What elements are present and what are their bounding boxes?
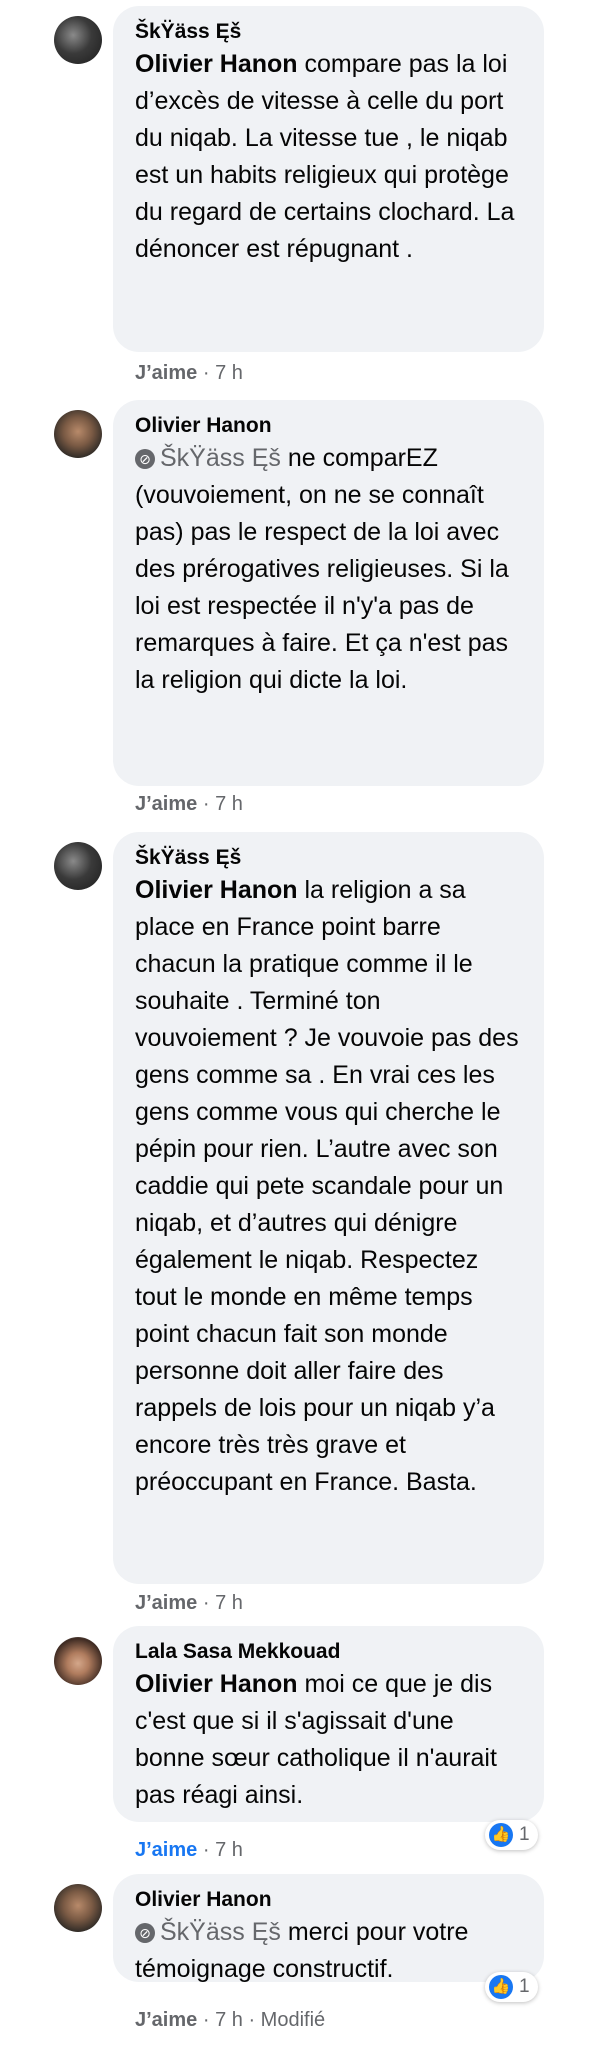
avatar[interactable] — [54, 410, 102, 458]
separator: · — [202, 2009, 210, 2031]
edited-label[interactable]: Modifié — [261, 2009, 325, 2031]
reaction-badge[interactable]: 👍 1 — [485, 1972, 538, 2002]
comment-body: la religion a sa place en France point b… — [135, 876, 519, 1496]
comment-bubble: ŠkŸäss Ęš Olivier Hanon compare pas la l… — [113, 6, 544, 352]
avatar[interactable] — [54, 16, 102, 64]
separator: · — [202, 1839, 210, 1861]
avatar[interactable] — [54, 1637, 102, 1685]
like-button[interactable]: J’aime — [135, 2009, 197, 2031]
comment-bubble: ŠkŸäss Ęš Olivier Hanon la religion a sa… — [113, 832, 544, 1584]
mention-link[interactable]: ŠkŸäss Ęš — [160, 444, 281, 472]
timestamp[interactable]: 7 h — [215, 793, 243, 815]
comment-actions: J’aime · 7 h — [135, 792, 243, 816]
comment-bubble: Olivier Hanon ⊘ ŠkŸäss Ęš merci pour votr… — [113, 1874, 544, 1983]
comment-text: ⊘ ŠkŸäss Ęš merci pour votre témoignage c… — [135, 1914, 522, 1988]
avatar[interactable] — [54, 1884, 102, 1932]
comment-text: ⊘ ŠkŸäss Ęš ne comparEZ (vouvoiement, on … — [135, 440, 522, 699]
comment-actions: J’aime · 7 h — [135, 1838, 243, 1862]
reaction-badge[interactable]: 👍 1 — [485, 1820, 538, 1850]
mention-link[interactable]: Olivier Hanon — [135, 876, 298, 904]
comment-actions: J’aime · 7 h — [135, 361, 243, 385]
comment-author[interactable]: Lala Sasa Mekkouad — [135, 1638, 522, 1666]
reaction-count: 1 — [519, 1976, 530, 1997]
comment-body: ne comparEZ (vouvoiement, on ne se conna… — [135, 444, 509, 694]
tag-icon: ⊘ — [135, 449, 155, 469]
comment-author[interactable]: ŠkŸäss Ęš — [135, 18, 522, 46]
comment-bubble: Lala Sasa Mekkouad Olivier Hanon moi ce … — [113, 1626, 544, 1822]
comment-text: Olivier Hanon moi ce que je dis c'est qu… — [135, 1666, 522, 1814]
timestamp[interactable]: 7 h — [215, 362, 243, 384]
reaction-count: 1 — [519, 1824, 530, 1845]
like-button[interactable]: J’aime — [135, 1839, 197, 1861]
comment-text: Olivier Hanon compare pas la loi d’excès… — [135, 46, 522, 268]
like-button[interactable]: J’aime — [135, 362, 197, 384]
timestamp[interactable]: 7 h — [215, 1839, 243, 1861]
timestamp[interactable]: 7 h — [215, 1592, 243, 1614]
like-thumb-icon: 👍 — [489, 1823, 513, 1847]
mention-link[interactable]: Olivier Hanon — [135, 1670, 298, 1698]
like-button[interactable]: J’aime — [135, 1592, 197, 1614]
avatar[interactable] — [54, 842, 102, 890]
separator: · — [202, 1592, 210, 1614]
like-button[interactable]: J’aime — [135, 793, 197, 815]
separator: · — [202, 362, 210, 384]
timestamp[interactable]: 7 h — [215, 2009, 243, 2031]
comment-author[interactable]: ŠkŸäss Ęš — [135, 844, 522, 872]
like-thumb-icon: 👍 — [489, 1975, 513, 1999]
comment-actions: J’aime · 7 h · Modifié — [135, 2008, 325, 2032]
comment-bubble: Olivier Hanon ⊘ ŠkŸäss Ęš ne comparEZ (vo… — [113, 400, 544, 786]
mention-link[interactable]: ŠkŸäss Ęš — [160, 1918, 281, 1946]
comment-author[interactable]: Olivier Hanon — [135, 412, 522, 440]
comment-body: compare pas la loi d’excès de vitesse à … — [135, 50, 515, 263]
mention-link[interactable]: Olivier Hanon — [135, 50, 298, 78]
tag-icon: ⊘ — [135, 1923, 155, 1943]
comment-text: Olivier Hanon la religion a sa place en … — [135, 872, 522, 1501]
separator: · — [202, 793, 210, 815]
comment-author[interactable]: Olivier Hanon — [135, 1886, 522, 1914]
comment-actions: J’aime · 7 h — [135, 1591, 243, 1615]
separator: · — [248, 2009, 256, 2031]
